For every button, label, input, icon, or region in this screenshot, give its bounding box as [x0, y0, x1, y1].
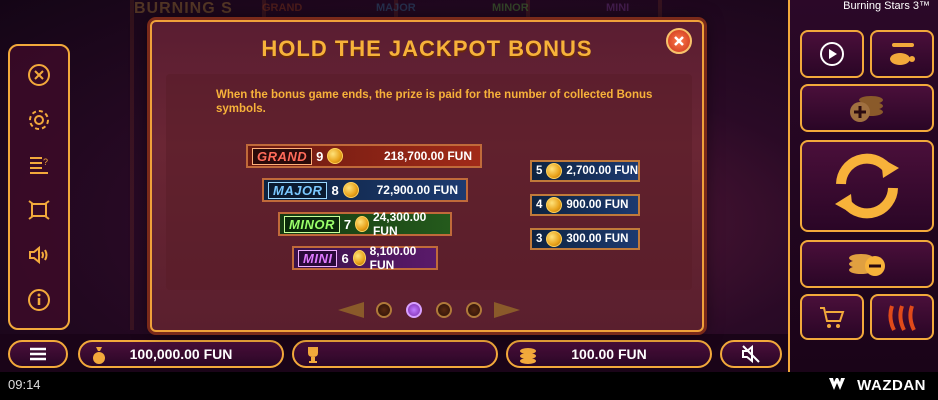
background-game-logo: BURNING S — [134, 0, 233, 17]
turbo-button[interactable] — [870, 30, 934, 78]
prize-count: 5 — [536, 165, 543, 177]
jackpot-row-grand: GRAND 9 218,700.00 FUN — [246, 144, 482, 168]
win-display — [292, 340, 498, 368]
autoplay-icon — [820, 42, 844, 66]
jackpot-count: 8 — [331, 182, 339, 198]
background-major-tag: MAJOR — [376, 2, 416, 14]
trophy-icon — [308, 347, 318, 363]
info-icon — [28, 288, 50, 311]
bonus-coin-icon — [342, 182, 359, 198]
bet-value: 100.00 FUN — [571, 346, 647, 362]
bottom-bar: 100,000.00 FUN 100.00 FUN — [0, 334, 788, 372]
prize-value: 2,700.00 FUN — [566, 165, 639, 177]
hamburger-menu-icon — [30, 347, 46, 361]
spin-button[interactable] — [800, 140, 934, 232]
game-title: Burning Stars 3™ — [843, 0, 930, 12]
settings-gear-icon — [29, 109, 49, 130]
status-bar: 09:14 WAZDAN — [0, 372, 938, 400]
buy-feature-icon — [820, 307, 845, 328]
background-mini-tag: MINI — [606, 2, 630, 14]
close-game-button[interactable] — [19, 55, 59, 95]
previous-page-arrow-icon[interactable] — [338, 302, 364, 318]
jackpot-value: 72,900.00 FUN — [376, 183, 458, 197]
volatility-button[interactable] — [870, 294, 934, 340]
prize-value: 900.00 FUN — [566, 199, 629, 211]
jackpot-tag-major: MAJOR — [268, 181, 328, 199]
bet-increase-button[interactable] — [800, 84, 934, 132]
bonus-coin-icon — [355, 216, 369, 232]
bonus-coin-icon — [546, 231, 563, 247]
prize-value: 300.00 FUN — [566, 233, 629, 245]
bet-decrease-button[interactable] — [800, 240, 934, 288]
jackpot-tag-mini: MINI — [298, 249, 338, 267]
prize-count: 4 — [536, 199, 543, 211]
close-icon — [28, 63, 50, 86]
bonus-coin-icon — [327, 148, 344, 164]
page-dot-1[interactable] — [376, 302, 392, 318]
jackpot-value: 24,300.00 FUN — [372, 210, 427, 238]
background-minor-tag: MINOR — [492, 2, 529, 14]
bet-decrease-icon — [849, 254, 885, 276]
sound-icon — [29, 245, 48, 264]
page-navigation — [152, 300, 702, 320]
brand-name: WAZDAN — [857, 377, 926, 394]
prize-row-5: 5 2,700.00 FUN — [530, 160, 640, 182]
coin-stack-icon — [520, 348, 536, 364]
svg-text:?: ? — [43, 157, 48, 167]
clock: 09:14 — [8, 377, 41, 392]
jackpot-tag-minor: MINOR — [284, 215, 340, 233]
left-menu-bar: ? — [8, 44, 70, 330]
sound-button[interactable] — [19, 235, 59, 275]
turbo-turtle-icon — [890, 43, 915, 65]
jackpot-row-mini: MINI 6 8,100.00 FUN — [292, 244, 438, 272]
background-grand-tag: GRAND — [262, 2, 303, 14]
spin-icon — [835, 153, 899, 219]
jackpot-tag-grand: GRAND — [252, 147, 313, 165]
autoplay-button[interactable] — [800, 30, 864, 78]
close-icon — [674, 36, 684, 46]
bonus-coin-icon — [352, 250, 366, 266]
modal-title: HOLD THE JACKPOT BONUS — [261, 36, 593, 61]
mute-icon — [742, 345, 760, 363]
prize-row-4: 4 900.00 FUN — [530, 194, 640, 216]
jackpot-value: 218,700.00 FUN — [383, 149, 472, 163]
bonus-coin-icon — [546, 163, 563, 179]
jackpot-count: 7 — [343, 216, 352, 232]
jackpot-row-minor: MINOR 7 24,300.00 FUN — [278, 210, 452, 238]
mute-button[interactable] — [720, 340, 782, 368]
jackpot-count: 6 — [341, 250, 349, 266]
modal-close-button[interactable] — [666, 28, 692, 54]
prize-row-3: 3 300.00 FUN — [530, 228, 640, 250]
bonus-coin-icon — [546, 197, 563, 213]
settings-button[interactable] — [19, 100, 59, 140]
money-bag-icon — [93, 347, 105, 364]
right-control-panel: Burning Stars 3™ — [788, 0, 938, 372]
brand-logo: WAZDAN — [829, 377, 926, 394]
jackpot-info-modal: HOLD THE JACKPOT BONUS When the bonus ga… — [150, 20, 704, 332]
next-page-arrow-icon[interactable] — [494, 302, 520, 318]
jackpot-count: 9 — [316, 148, 324, 164]
jackpot-row-major: MAJOR 8 72,900.00 FUN — [262, 178, 468, 202]
modal-description: When the bonus game ends, the prize is p… — [216, 89, 653, 115]
info-button[interactable] — [19, 280, 59, 320]
page-dot-3[interactable] — [436, 302, 452, 318]
jackpot-value: 8,100.00 FUN — [369, 244, 417, 272]
paytable-icon: ? — [30, 156, 48, 174]
bet-display: 100.00 FUN — [506, 340, 712, 368]
modal-content: When the bonus game ends, the prize is p… — [166, 74, 692, 290]
balance-display: 100,000.00 FUN — [78, 340, 284, 368]
fullscreen-button[interactable] — [19, 190, 59, 230]
page-dot-4[interactable] — [466, 302, 482, 318]
page-dot-2[interactable] — [406, 302, 422, 318]
buy-feature-button[interactable] — [800, 294, 864, 340]
volatility-chili-icon — [888, 305, 916, 331]
menu-button[interactable] — [8, 340, 68, 368]
wazdan-logo-icon — [829, 377, 851, 394]
bet-increase-icon — [850, 96, 883, 122]
prize-count: 3 — [536, 233, 543, 245]
game-stage: BURNING S GRAND MAJOR MINOR MINI ? Burni… — [0, 0, 938, 372]
paytable-button[interactable]: ? — [19, 145, 59, 185]
balance-value: 100,000.00 FUN — [129, 346, 233, 362]
fullscreen-icon — [28, 199, 50, 220]
